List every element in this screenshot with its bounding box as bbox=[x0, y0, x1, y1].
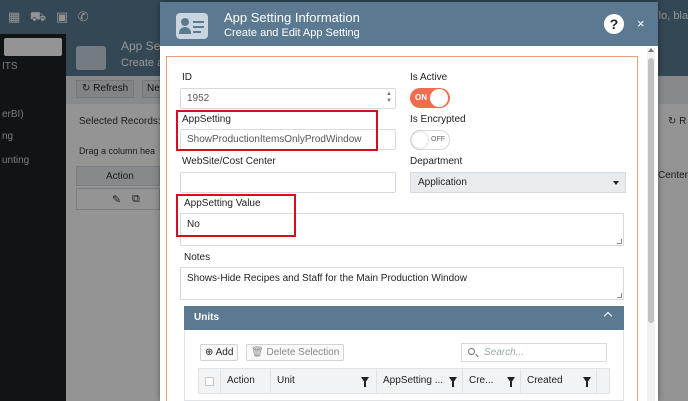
column-label: Cre... bbox=[469, 375, 494, 386]
filter-icon[interactable] bbox=[507, 377, 515, 387]
chevron-up-icon[interactable] bbox=[603, 311, 613, 321]
toggle-knob bbox=[412, 132, 428, 148]
resize-handle-icon[interactable] bbox=[617, 239, 622, 244]
column-created[interactable]: Created bbox=[521, 369, 597, 393]
search-icon bbox=[468, 348, 475, 355]
add-button[interactable]: ⊕ Add bbox=[200, 344, 239, 361]
is-active-label: Is Active bbox=[410, 72, 448, 83]
filter-icon[interactable] bbox=[583, 377, 591, 387]
scroll-up-icon[interactable] bbox=[648, 48, 654, 52]
help-button[interactable]: ? bbox=[604, 14, 624, 34]
department-select[interactable]: Application bbox=[410, 172, 626, 193]
department-value: Application bbox=[418, 177, 467, 188]
app-setting-modal: App Setting Information Create and Edit … bbox=[160, 2, 658, 401]
column-label: Created bbox=[527, 375, 563, 386]
column-created-by[interactable]: Cre... bbox=[463, 369, 521, 393]
scroll-thumb[interactable] bbox=[648, 58, 654, 323]
notes-label: Notes bbox=[184, 252, 211, 263]
filter-icon[interactable] bbox=[361, 377, 369, 387]
search-input[interactable]: Search... bbox=[461, 343, 607, 362]
modal-title: App Setting Information bbox=[224, 10, 360, 25]
is-active-toggle[interactable]: ON bbox=[410, 88, 450, 108]
id-field[interactable]: 1952 ▲ ▼ bbox=[180, 88, 396, 109]
caret-down-icon bbox=[613, 181, 619, 185]
units-title: Units bbox=[194, 312, 219, 323]
close-button[interactable]: × bbox=[637, 16, 645, 31]
column-label: AppSetting ... bbox=[383, 375, 444, 386]
toggle-knob bbox=[430, 89, 448, 107]
column-label: Action bbox=[227, 375, 255, 386]
website-field[interactable] bbox=[180, 172, 396, 193]
contact-card-icon bbox=[176, 13, 208, 39]
department-label: Department bbox=[410, 156, 463, 167]
delete-selection-button[interactable]: 🗑 Delete Selection bbox=[246, 344, 345, 361]
highlight-box bbox=[176, 194, 296, 237]
units-grid-header: Action Unit AppSetting ... Cre... Create… bbox=[198, 368, 610, 394]
scrollbar[interactable] bbox=[647, 48, 655, 401]
id-label: ID bbox=[182, 72, 192, 83]
highlight-box bbox=[176, 110, 378, 151]
toggle-off-text: OFF bbox=[431, 136, 445, 143]
column-appsetting[interactable]: AppSetting ... bbox=[377, 369, 463, 393]
is-encrypted-label: Is Encrypted bbox=[410, 114, 466, 125]
column-unit[interactable]: Unit bbox=[271, 369, 377, 393]
is-encrypted-toggle[interactable]: OFF bbox=[410, 130, 450, 150]
notes-text: Shows-Hide Recipes and Staff for the Mai… bbox=[187, 273, 467, 284]
units-panel-header[interactable]: Units bbox=[184, 306, 624, 330]
website-label: WebSite/Cost Center bbox=[182, 156, 276, 167]
modal-subtitle: Create and Edit App Setting bbox=[224, 27, 360, 39]
filter-icon[interactable] bbox=[449, 377, 457, 387]
select-all-checkbox[interactable] bbox=[205, 377, 214, 386]
toggle-on-text: ON bbox=[415, 93, 427, 102]
notes-field[interactable]: Shows-Hide Recipes and Staff for the Mai… bbox=[180, 267, 624, 300]
resize-handle-icon[interactable] bbox=[617, 293, 622, 298]
column-label: Unit bbox=[277, 375, 295, 386]
column-action[interactable]: Action bbox=[221, 369, 271, 393]
spinner-icon[interactable]: ▲ ▼ bbox=[386, 91, 392, 105]
search-placeholder: Search... bbox=[484, 347, 525, 358]
modal-header: App Setting Information Create and Edit … bbox=[160, 2, 658, 46]
select-all-column[interactable] bbox=[199, 369, 221, 393]
id-value: 1952 bbox=[187, 93, 210, 104]
